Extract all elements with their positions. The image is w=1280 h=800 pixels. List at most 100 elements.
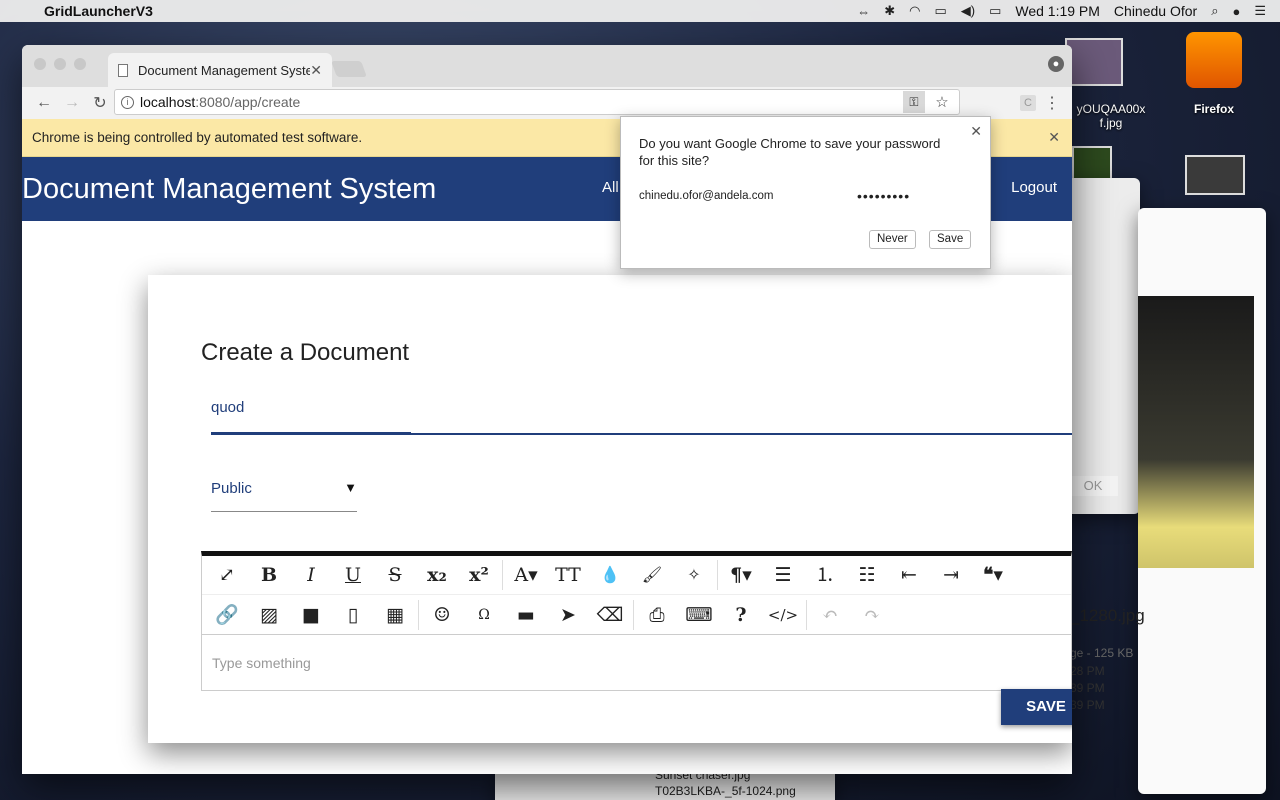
address-bar[interactable]: i localhost :8080/app/create ⚿ ☆ — [114, 89, 960, 115]
extension-icon[interactable]: C — [1020, 95, 1036, 111]
saved-password-mask: ••••••••• — [857, 188, 911, 204]
firefox-label: Firefox — [1193, 102, 1234, 116]
infobar-text: Chrome is being controlled by automated … — [32, 130, 363, 145]
profile-icon[interactable]: ● — [1048, 56, 1064, 72]
file-list-item[interactable]: T02B3LKBA-_5f-1024.png — [655, 784, 796, 798]
font-family-icon[interactable]: A▾ — [505, 559, 547, 591]
ordered-list-icon[interactable]: ⒈ — [804, 559, 846, 591]
firefox-desktop-icon[interactable]: Firefox — [1182, 32, 1246, 116]
finder-file-name: _1280.jpg — [1070, 606, 1145, 625]
key-icon[interactable]: ⚿ — [903, 91, 925, 113]
zoom-window-button[interactable] — [74, 58, 86, 70]
volume-icon[interactable]: ◀) — [961, 3, 975, 19]
toolbar-divider — [502, 560, 503, 590]
reload-icon[interactable]: ↻ — [86, 93, 114, 113]
help-icon[interactable]: ? — [720, 599, 762, 631]
desktop-file-label[interactable]: yOUQAA00x f.jpg — [1066, 102, 1156, 130]
save-password-question: Do you want Google Chrome to save your p… — [639, 136, 941, 168]
firefox-icon — [1186, 32, 1242, 88]
redo-icon[interactable]: ↷ — [851, 599, 893, 631]
close-popup-icon[interactable]: ✕ — [970, 123, 982, 140]
browser-toolbar: ← → ↻ i localhost :8080/app/create ⚿ ☆ C… — [22, 87, 1072, 119]
font-size-icon[interactable]: TT — [547, 559, 589, 591]
menubar-status-area: ⇔ ✱ ◠ ▭ ◀) ▭ Wed 1:19 PM Chinedu Ofor ⌕ … — [857, 3, 1280, 19]
close-infobar-icon[interactable]: ✕ — [1048, 129, 1060, 146]
menubar-clock[interactable]: Wed 1:19 PM — [1015, 3, 1100, 19]
outdent-icon[interactable]: ⇤ — [888, 559, 930, 591]
access-select-value: Public — [211, 480, 252, 497]
subscript-icon[interactable]: x₂ — [416, 559, 458, 591]
text-color-icon[interactable]: 💧 — [589, 559, 631, 591]
superscript-icon[interactable]: x² — [458, 559, 500, 591]
finder-file-size: ge - 125 KB — [1070, 646, 1134, 660]
new-tab-button[interactable] — [331, 61, 367, 77]
saved-username: chinedu.ofor@andela.com — [639, 190, 774, 202]
emoticon-icon[interactable]: ☺ — [421, 599, 463, 631]
access-select[interactable]: Public ▼ — [211, 480, 357, 512]
url-host: localhost — [140, 94, 196, 110]
bookmark-star-icon[interactable]: ☆ — [931, 93, 953, 111]
toolbar-divider — [418, 599, 419, 630]
chrome-menu-icon[interactable]: ⋮ — [1044, 93, 1060, 113]
close-window-button[interactable] — [34, 58, 46, 70]
siri-icon[interactable]: ● — [1232, 4, 1240, 19]
back-icon[interactable]: ← — [30, 94, 58, 112]
italic-icon[interactable]: I — [290, 559, 332, 591]
nav-all-link[interactable]: All — [602, 179, 619, 196]
never-button[interactable]: Never — [869, 230, 916, 249]
paragraph-format-icon[interactable]: ¶▾ — [720, 559, 762, 591]
align-icon[interactable]: ☰ — [762, 559, 804, 591]
magic-wand-icon[interactable]: ✧ — [673, 559, 715, 591]
notification-center-icon[interactable]: ☰ — [1254, 3, 1266, 19]
toolbar-divider — [633, 599, 634, 630]
indent-icon[interactable]: ⇥ — [930, 559, 972, 591]
editor-content-area[interactable]: Type something — [202, 634, 1071, 689]
menubar-user[interactable]: Chinedu Ofor — [1114, 3, 1197, 19]
special-characters-icon[interactable]: Ω — [463, 599, 505, 631]
spotlight-search-icon[interactable]: ⌕ — [1211, 3, 1218, 19]
logout-link[interactable]: Logout — [1011, 179, 1057, 196]
undo-icon[interactable]: ↶ — [809, 599, 851, 631]
table-icon[interactable]: ▦ — [374, 599, 416, 631]
paint-brush-icon[interactable]: 🖌 — [631, 559, 673, 591]
image-icon[interactable]: ▨ — [248, 599, 290, 631]
forward-icon[interactable]: → — [58, 94, 86, 112]
editor-toolbar-row-1: ⤢ B I U S x₂ x² A▾ TT 💧 🖌 ✧ ¶▾ ☰ ⒈ ☷ ⇤ ⇥… — [202, 556, 1071, 595]
wifi-icon[interactable]: ◠ — [909, 3, 920, 19]
quote-icon[interactable]: ❝▾ — [972, 559, 1014, 591]
page-content: Create a Document quod Public ▼ ⤢ B I U … — [22, 221, 1072, 774]
background-ok-button[interactable]: OK — [1068, 476, 1118, 496]
page-icon — [118, 63, 128, 77]
file-icon[interactable]: ▯ — [332, 599, 374, 631]
clear-formatting-icon[interactable]: ⌫ — [589, 599, 631, 631]
video-icon[interactable]: ■ — [290, 599, 332, 631]
bluetooth-icon[interactable]: ✱ — [884, 3, 895, 19]
print-icon[interactable]: ⎙ — [636, 599, 678, 631]
save-button[interactable]: SAVE — [1001, 689, 1072, 725]
menubar-app-name[interactable]: GridLauncherV3 — [44, 3, 153, 19]
browser-tab[interactable]: Document Management System ✕ — [108, 53, 332, 87]
save-password-button[interactable]: Save — [929, 230, 972, 249]
link-icon[interactable]: 🔗 — [206, 599, 248, 631]
battery-icon[interactable]: ▭ — [989, 3, 1001, 19]
underline-icon[interactable]: U — [332, 559, 374, 591]
horizontal-line-icon[interactable]: ▬ — [505, 599, 547, 631]
fullscreen-icon[interactable]: ⤢ — [206, 559, 248, 591]
minimize-window-button[interactable] — [54, 58, 66, 70]
close-tab-icon[interactable]: ✕ — [310, 62, 322, 79]
code-view-icon[interactable]: </> — [762, 599, 804, 631]
select-all-icon[interactable]: ➤ — [547, 599, 589, 631]
bold-icon[interactable]: B — [248, 559, 290, 591]
strikethrough-icon[interactable]: S — [374, 559, 416, 591]
airplay-icon[interactable]: ▭ — [934, 3, 946, 19]
background-preview-window: OK — [1060, 178, 1140, 514]
title-input[interactable]: quod — [211, 399, 1072, 435]
keyboard-shortcuts-icon[interactable]: ⌨ — [678, 599, 720, 631]
desktop-thumbnail[interactable] — [1065, 38, 1123, 86]
dropdown-arrow-icon[interactable]: ▼ — [344, 480, 357, 495]
site-info-icon[interactable]: i — [121, 95, 134, 109]
desktop-thumbnail[interactable] — [1185, 155, 1245, 195]
teamviewer-icon[interactable]: ⇔ — [857, 4, 870, 19]
unordered-list-icon[interactable]: ☷ — [846, 559, 888, 591]
app-brand[interactable]: Document Management System — [22, 173, 436, 206]
